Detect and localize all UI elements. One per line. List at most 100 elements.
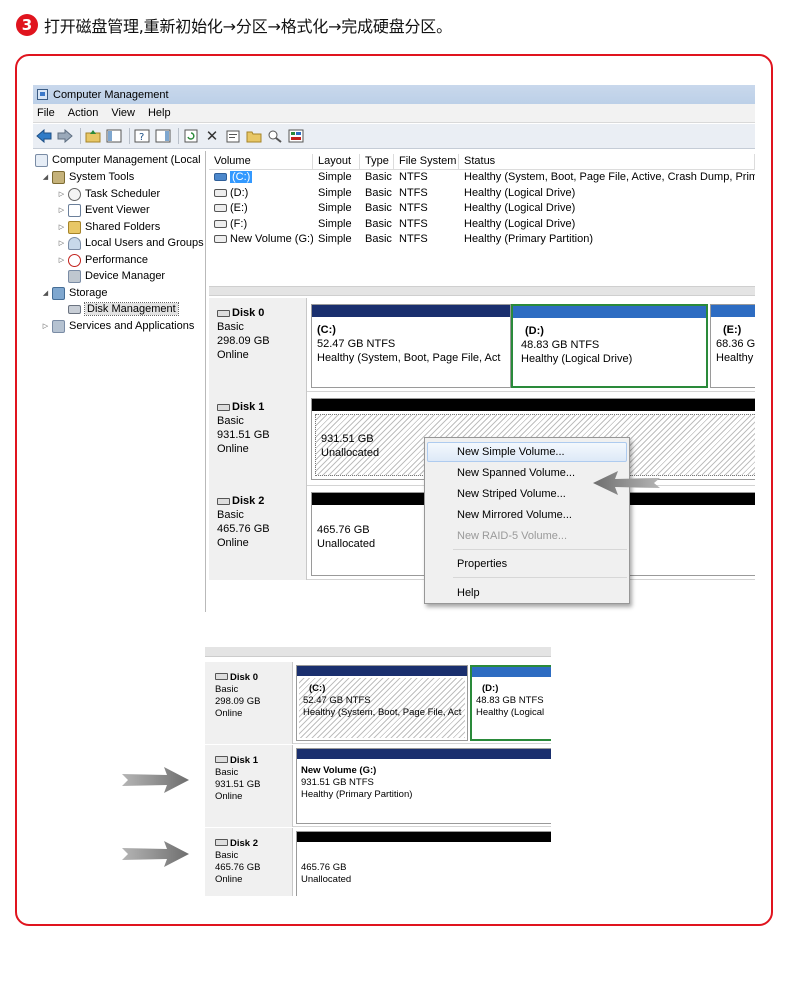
tree-item-device-manager[interactable]: Device Manager	[68, 268, 165, 284]
toolbar-separator	[129, 128, 130, 144]
menu-item-new-simple-volume[interactable]: New Simple Volume...	[427, 442, 627, 462]
menu-item-new-mirrored-volume[interactable]: New Mirrored Volume...	[427, 505, 627, 525]
properties-icon[interactable]	[224, 127, 242, 145]
computer-icon	[35, 153, 48, 167]
help-icon[interactable]: ?	[133, 127, 151, 145]
volume-icon	[214, 173, 227, 181]
back-icon[interactable]	[35, 127, 53, 145]
disk-icon	[217, 497, 230, 505]
volume-icon	[214, 235, 227, 243]
menu-separator	[453, 577, 627, 578]
volume-table-header: Volume Layout Type File System Status	[209, 154, 755, 170]
column-header-volume[interactable]: Volume	[209, 154, 313, 169]
tree-item-task-scheduler[interactable]: ▷ Task Scheduler	[57, 186, 160, 202]
disk-label: Disk 2 Basic 465.76 GB Online	[205, 828, 293, 896]
show-hide-action-pane-icon[interactable]	[154, 127, 172, 145]
volume-icon	[214, 188, 227, 197]
table-row[interactable]: New Volume (G:) Simple Basic NTFS Health…	[209, 232, 755, 248]
volume-table: Volume Layout Type File System Status (C…	[209, 154, 755, 248]
search-icon[interactable]	[266, 127, 284, 145]
disk-label: Disk 0 Basic 298.09 GB Online	[205, 662, 293, 744]
expand-arrow-icon[interactable]: ▷	[57, 256, 66, 264]
step-instruction: 打开磁盘管理,重新初始化→分区→格式化→完成硬盘分区。	[44, 17, 452, 36]
pane-splitter[interactable]	[209, 286, 755, 296]
disk-icon	[215, 839, 228, 846]
expand-arrow-icon[interactable]: ▷	[57, 239, 66, 247]
expand-arrow-icon[interactable]: ▷	[57, 223, 66, 231]
pointer-arrow-icon	[593, 471, 660, 495]
event-viewer-icon	[68, 203, 81, 217]
table-row[interactable]: (D:) Simple Basic NTFS Healthy (Logical …	[209, 186, 755, 202]
result-partition-g: New Volume (G:) 931.51 GB NTFS Healthy (…	[296, 748, 551, 824]
disk-label[interactable]: Disk 1 Basic 931.51 GB Online	[209, 392, 307, 486]
window-title: Computer Management	[53, 88, 169, 101]
collapse-arrow-icon[interactable]: ◢	[41, 289, 50, 297]
delete-icon[interactable]: ✕	[203, 127, 221, 145]
table-row[interactable]: (F:) Simple Basic NTFS Healthy (Logical …	[209, 217, 755, 233]
computer-management-icon	[37, 89, 48, 100]
menu-separator	[453, 549, 627, 550]
toolbar-separator	[178, 128, 179, 144]
tree-item-performance[interactable]: ▷ Performance	[57, 252, 148, 268]
menu-action[interactable]: Action	[68, 107, 99, 119]
up-folder-icon[interactable]	[84, 127, 102, 145]
tree-item-storage[interactable]: ◢ Storage	[41, 285, 108, 301]
collapse-arrow-icon[interactable]: ◢	[41, 173, 50, 181]
tree-item-system-tools[interactable]: ◢ System Tools	[41, 169, 134, 185]
shared-folder-icon	[68, 220, 81, 234]
device-manager-icon	[68, 269, 81, 283]
disk-label[interactable]: Disk 2 Basic 465.76 GB Online	[209, 486, 307, 580]
menu-help[interactable]: Help	[148, 107, 171, 119]
storage-icon	[52, 286, 65, 300]
table-row[interactable]: (C:) Simple Basic NTFS Healthy (System, …	[209, 170, 755, 186]
tools-icon	[52, 170, 65, 184]
column-header-file-system[interactable]: File System	[394, 154, 459, 169]
disk-label[interactable]: Disk 0 Basic 298.09 GB Online	[209, 298, 307, 392]
tree-item-shared-folders[interactable]: ▷ Shared Folders	[57, 219, 160, 235]
disk-view-icon[interactable]	[287, 127, 305, 145]
result-disk-management: Disk 0 Basic 298.09 GB Online (C:) 52.47…	[205, 647, 551, 896]
expand-arrow-icon[interactable]: ▷	[41, 322, 50, 330]
partition-c[interactable]: (C:) 52.47 GB NTFS Healthy (System, Boot…	[311, 304, 511, 388]
partition-e[interactable]: (E:) 68.36 GI Healthy	[710, 304, 755, 388]
refresh-icon[interactable]	[182, 127, 200, 145]
result-partition-c: (C:) 52.47 GB NTFS Healthy (System, Boot…	[296, 665, 468, 741]
navigation-tree: Computer Management (Local ◢ System Tools…	[33, 151, 206, 612]
disk-icon	[217, 403, 230, 411]
menu-bar: File Action View Help	[33, 104, 755, 123]
column-header-status[interactable]: Status	[459, 154, 755, 169]
context-menu: New Simple Volume... New Spanned Volume.…	[424, 437, 630, 604]
tree-item-computer-management[interactable]: Computer Management (Local	[35, 152, 201, 168]
tree-item-services[interactable]: ▷ Services and Applications	[41, 318, 194, 334]
show-hide-tree-icon[interactable]	[105, 127, 123, 145]
result-disk-row-1: Disk 1 Basic 931.51 GB Online New Volume…	[205, 745, 551, 827]
expand-arrow-icon[interactable]: ▷	[57, 190, 66, 198]
toolbar: ? ✕	[33, 124, 755, 149]
toolbar-separator	[80, 128, 81, 144]
users-icon	[68, 236, 81, 250]
table-row[interactable]: (E:) Simple Basic NTFS Healthy (Logical …	[209, 201, 755, 217]
partition-d[interactable]: (D:) 48.83 GB NTFS Healthy (Logical Driv…	[511, 304, 708, 388]
column-header-type[interactable]: Type	[360, 154, 394, 169]
tree-item-disk-management[interactable]: Disk Management	[68, 301, 179, 317]
volume-icon	[214, 204, 227, 212]
disk-icon	[215, 673, 228, 680]
step-header: 3 打开磁盘管理,重新初始化→分区→格式化→完成硬盘分区。	[16, 12, 452, 38]
clock-icon	[68, 187, 81, 201]
menu-file[interactable]: File	[37, 107, 55, 119]
pointer-arrow-icon	[122, 841, 189, 867]
tree-item-event-viewer[interactable]: ▷ Event Viewer	[57, 202, 150, 218]
expand-arrow-icon[interactable]: ▷	[57, 206, 66, 214]
column-header-layout[interactable]: Layout	[313, 154, 360, 169]
services-icon	[52, 319, 65, 333]
open-folder-icon[interactable]	[245, 127, 263, 145]
tree-item-local-users[interactable]: ▷ Local Users and Groups	[57, 235, 204, 251]
disk-label: Disk 1 Basic 931.51 GB Online	[205, 745, 293, 827]
menu-item-properties[interactable]: Properties	[427, 554, 627, 574]
forward-icon[interactable]	[56, 127, 74, 145]
result-disk-row-2: Disk 2 Basic 465.76 GB Online 465.76 GB …	[205, 828, 551, 896]
menu-item-help[interactable]: Help	[427, 583, 627, 603]
result-partition-disk2-unallocated: 465.76 GB Unallocated	[296, 831, 551, 896]
volume-icon	[214, 219, 227, 228]
menu-view[interactable]: View	[111, 107, 135, 119]
